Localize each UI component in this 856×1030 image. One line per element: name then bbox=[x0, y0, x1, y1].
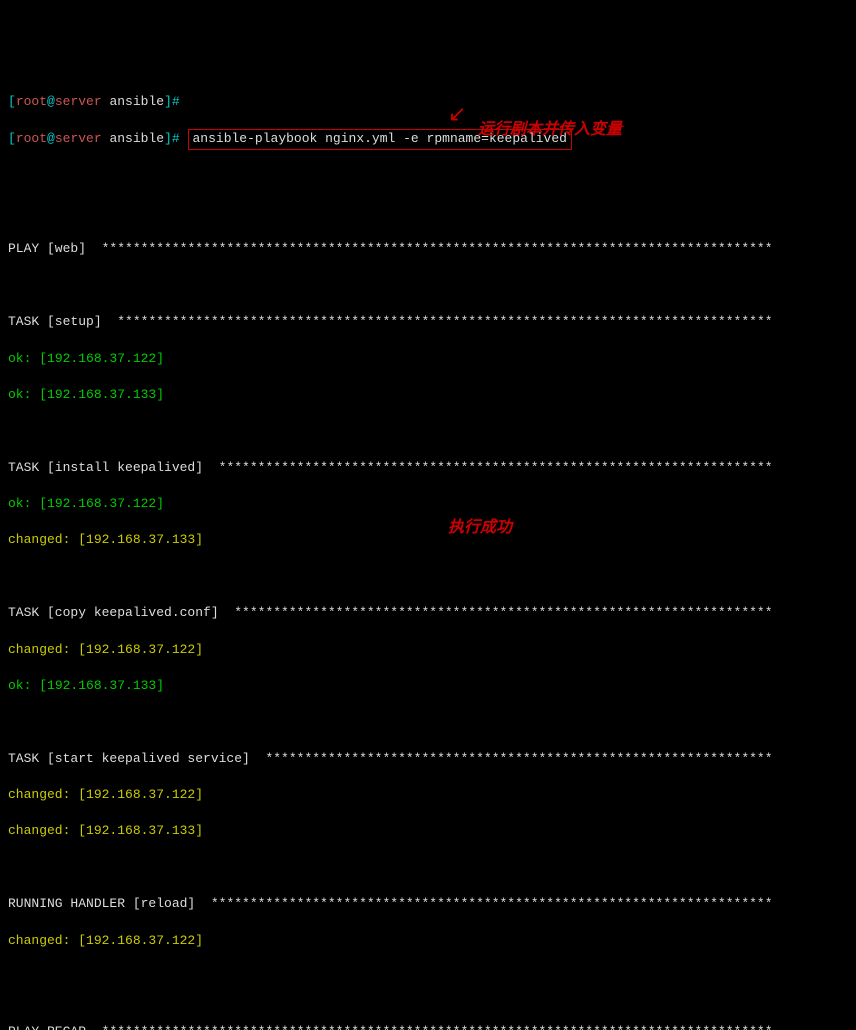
command-line[interactable]: [root@server ansible]# ansible-playbook … bbox=[8, 129, 848, 149]
task-start-header: TASK [start keepalived service] ********… bbox=[8, 750, 848, 768]
task-copy-line1: changed: [192.168.37.122] bbox=[8, 641, 848, 659]
task-setup-header: TASK [setup] ***************************… bbox=[8, 313, 848, 331]
prompt-open2: [ bbox=[8, 131, 16, 146]
prompt-open: [ bbox=[8, 94, 16, 109]
task-copy-line2: ok: [192.168.37.133] bbox=[8, 677, 848, 695]
task-setup-line1: ok: [192.168.37.122] bbox=[8, 350, 848, 368]
annotation-success: 执行成功 bbox=[448, 517, 512, 539]
handler-line1: changed: [192.168.37.122] bbox=[8, 932, 848, 950]
terminal-output: [root@server ansible]# [root@server ansi… bbox=[8, 75, 848, 1030]
task-setup-line2: ok: [192.168.37.133] bbox=[8, 386, 848, 404]
annotation-run: 运行剧本并传入变量 bbox=[478, 119, 622, 141]
handler-header: RUNNING HANDLER [reload] ***************… bbox=[8, 895, 848, 913]
prev-prompt-line: [root@server ansible]# bbox=[8, 93, 848, 111]
prompt-user-prev: root bbox=[16, 94, 47, 109]
arrow-icon: ↙ bbox=[448, 101, 466, 132]
task-install-line2: changed: [192.168.37.133] bbox=[8, 531, 848, 549]
task-install-header: TASK [install keepalived] **************… bbox=[8, 459, 848, 477]
prompt-user: root bbox=[16, 131, 47, 146]
task-install-line1: ok: [192.168.37.122] bbox=[8, 495, 848, 513]
task-copy-header: TASK [copy keepalived.conf] ************… bbox=[8, 604, 848, 622]
recap-header: PLAY RECAP *****************************… bbox=[8, 1023, 848, 1030]
task-start-line2: changed: [192.168.37.133] bbox=[8, 822, 848, 840]
task-start-line1: changed: [192.168.37.122] bbox=[8, 786, 848, 804]
play-header: PLAY [web] *****************************… bbox=[8, 240, 848, 258]
